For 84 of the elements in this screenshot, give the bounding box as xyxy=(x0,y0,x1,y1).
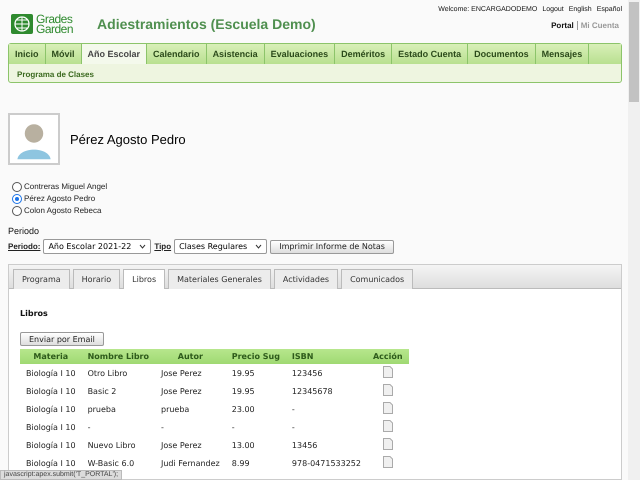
content-tab[interactable]: Comunicados xyxy=(341,269,414,289)
content-tab[interactable]: Programa xyxy=(13,269,70,289)
radio-label: Contreras Miguel Angel xyxy=(24,182,108,191)
section-heading: Libros xyxy=(20,309,48,318)
radio-icon[interactable] xyxy=(12,194,22,204)
table-cell-text: Biología I 10 xyxy=(25,422,77,434)
logo-text: Grades xyxy=(36,14,72,24)
nav-tab[interactable]: Mensajes xyxy=(536,44,590,64)
table-cell-text: - xyxy=(160,422,165,434)
period-select[interactable]: Año Escolar 2021-22 xyxy=(43,239,152,254)
column-header: Materia xyxy=(20,349,82,364)
document-icon[interactable] xyxy=(382,384,393,396)
content-tab[interactable]: Materiales Generales xyxy=(168,269,271,289)
table-cell-text: 12345678 xyxy=(290,386,334,398)
print-button[interactable]: Imprimir Informe de Notas xyxy=(270,240,394,254)
nav-tab[interactable]: Calendario xyxy=(147,44,207,64)
table-cell-text: 8.99 xyxy=(230,458,251,470)
radio-label: Pérez Agosto Pedro xyxy=(24,194,96,203)
table-cell-text: - xyxy=(290,422,296,434)
logo-text: Garden xyxy=(36,24,74,34)
table-cell: 19.95 xyxy=(226,364,286,382)
table-cell-text: Biología I 10 xyxy=(25,458,77,470)
column-header: Precio Sug xyxy=(226,349,286,364)
document-icon[interactable] xyxy=(382,366,393,378)
radio-icon[interactable] xyxy=(12,182,22,192)
type-label: Tipo xyxy=(154,242,172,251)
period-heading: Periodo xyxy=(8,226,40,236)
student-radio[interactable]: Colon Agosto Rebeca xyxy=(12,205,622,216)
table-cell-text: 13456 xyxy=(290,440,318,452)
nav-tab[interactable]: Asistencia xyxy=(206,44,265,64)
nav-tab[interactable]: Estado Cuenta xyxy=(392,44,468,64)
column-header: Nombre Libro xyxy=(82,349,155,364)
table-cell: 123456 xyxy=(286,364,367,382)
student-radio[interactable]: Contreras Miguel Angel xyxy=(12,181,622,192)
student-radio[interactable]: Pérez Agosto Pedro xyxy=(12,193,622,204)
nav-tab[interactable]: Evaluaciones xyxy=(264,44,336,64)
table-cell-text: Jose Perez xyxy=(160,440,203,452)
table-cell-text: 978-0471533252 xyxy=(290,458,362,470)
table-cell-text: Jose Perez xyxy=(160,386,203,398)
table-cell-text: 23.00 xyxy=(230,404,256,416)
table-cell-text: - xyxy=(230,422,236,434)
table-cell-text: - xyxy=(86,422,92,434)
table-cell: Otro Libro xyxy=(82,364,155,382)
document-icon[interactable] xyxy=(382,402,393,414)
globe-logo-icon xyxy=(11,14,33,34)
table-cell-text: Biología I 10 xyxy=(25,440,77,452)
table-cell-text: 19.95 xyxy=(230,386,256,398)
table-cell-text: W-Basic 6.0 xyxy=(86,458,136,470)
nav-tab[interactable]: Inicio xyxy=(9,44,46,64)
table-cell-text: Biología I 10 xyxy=(25,404,77,416)
nav-tab[interactable]: Año Escolar xyxy=(82,44,148,64)
student-name: Pérez Agosto Pedro xyxy=(70,132,186,146)
column-header: ISBN xyxy=(286,349,367,364)
document-icon[interactable] xyxy=(382,420,393,432)
table-cell-text: Basic 2 xyxy=(86,386,118,398)
column-header: Autor xyxy=(154,349,226,364)
scrollbar[interactable] xyxy=(628,0,640,480)
table-cell-text: Nuevo Libro xyxy=(86,440,136,452)
page-title: Adiestramientos (Escuela Demo) xyxy=(97,16,316,34)
subnav-link[interactable]: Programa de Clases xyxy=(9,67,102,82)
table-cell-text: prueba xyxy=(160,404,190,416)
table-cell-text: prueba xyxy=(86,404,117,416)
period-label: Periodo: xyxy=(8,242,40,251)
table-cell: Biología I 10 xyxy=(20,364,82,382)
nav-tab[interactable]: Documentos xyxy=(468,44,536,64)
table-cell-text: 13.00 xyxy=(230,440,256,452)
nav-tab[interactable]: Deméritos xyxy=(335,44,392,64)
content-tab[interactable]: Actividades xyxy=(274,269,338,289)
document-icon[interactable] xyxy=(382,438,393,450)
chevron-down-icon xyxy=(255,244,262,249)
radio-icon[interactable] xyxy=(12,206,22,216)
content-tab[interactable]: Horario xyxy=(72,269,120,289)
portal-link[interactable]: Portal xyxy=(548,21,577,30)
column-header: Acción xyxy=(366,349,409,364)
table-cell-text: Judi Fernandez xyxy=(160,458,221,470)
radio-label: Colon Agosto Rebeca xyxy=(24,206,102,215)
table-cell-text: - xyxy=(290,404,296,416)
document-icon[interactable] xyxy=(382,456,393,468)
content-tab[interactable]: Libros xyxy=(123,269,166,289)
table-cell: Jose Perez xyxy=(154,364,226,382)
type-select[interactable]: Clases Regulares xyxy=(174,239,268,254)
chevron-down-icon xyxy=(139,244,146,249)
table-cell-text: Biología I 10 xyxy=(25,386,77,398)
email-button[interactable]: Enviar por Email xyxy=(20,332,104,346)
